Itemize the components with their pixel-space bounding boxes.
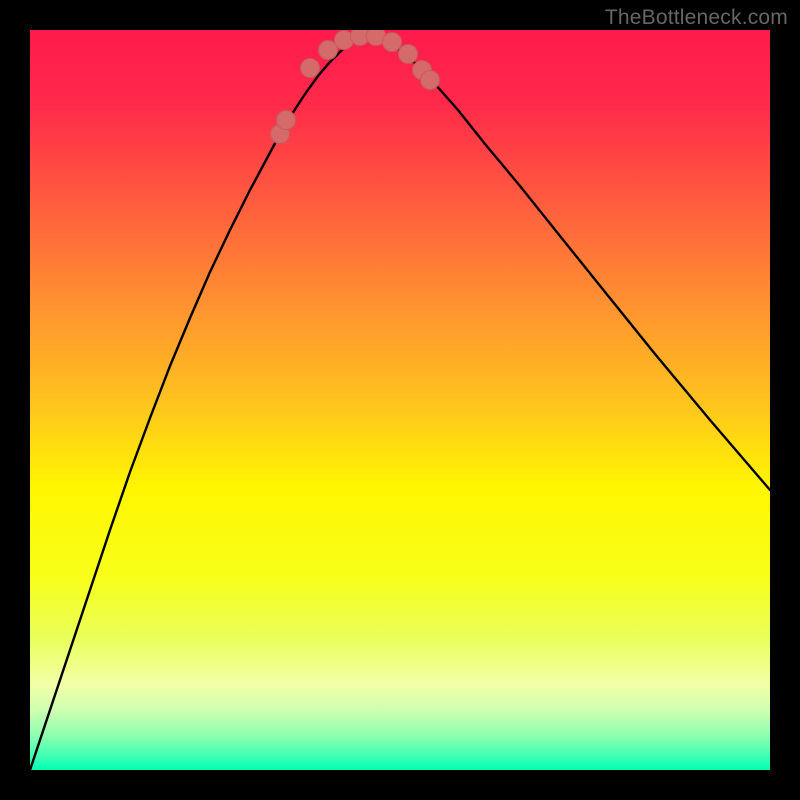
outer-frame: TheBottleneck.com bbox=[0, 0, 800, 800]
right-curve bbox=[370, 34, 770, 490]
chart-svg bbox=[30, 30, 770, 770]
marker-point bbox=[277, 111, 296, 130]
left-curve bbox=[30, 34, 370, 770]
plot-area bbox=[30, 30, 770, 770]
marker-point bbox=[383, 33, 402, 52]
marker-point bbox=[421, 71, 440, 90]
watermark-label: TheBottleneck.com bbox=[605, 6, 788, 30]
marker-group bbox=[271, 30, 440, 144]
marker-point bbox=[301, 59, 320, 78]
marker-point bbox=[399, 45, 418, 64]
